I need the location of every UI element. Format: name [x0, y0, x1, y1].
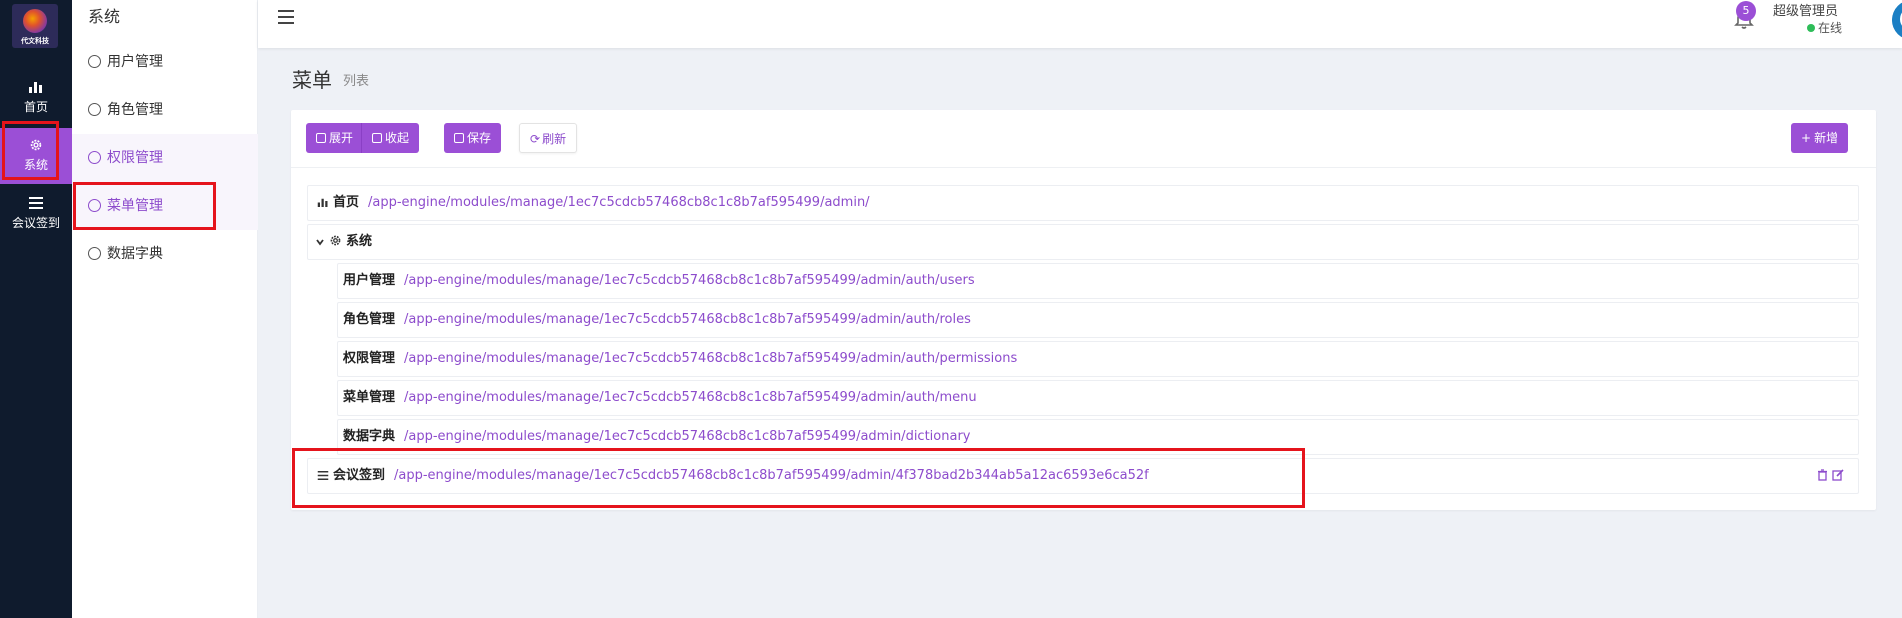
power-icon [1892, 2, 1902, 38]
menu-row-label: 权限管理 [343, 351, 396, 366]
menu-row-path[interactable]: /app-engine/modules/manage/1ec7c5cdcb574… [404, 429, 970, 444]
menu-row-label: 菜单管理 [343, 390, 396, 405]
card-divider [291, 167, 1876, 168]
circle-icon [88, 199, 101, 212]
top-header: 5 超级管理员 在线 [258, 0, 1902, 48]
circle-icon [88, 247, 101, 260]
menu-row-path[interactable]: /app-engine/modules/manage/1ec7c5cdcb574… [404, 390, 977, 405]
menu-row-label: 首页 [333, 195, 360, 210]
user-status: 在线 [1807, 19, 1842, 36]
user-status-text: 在线 [1818, 21, 1843, 35]
gear-icon [330, 235, 341, 246]
menu-row-label: 用户管理 [343, 273, 396, 288]
submenu-item-label: 角色管理 [107, 102, 163, 118]
edit-icon[interactable] [1832, 469, 1844, 481]
plus-square-icon [316, 133, 326, 143]
submenu-item-label: 用户管理 [107, 54, 163, 70]
menu-row-path[interactable]: /app-engine/modules/manage/1ec7c5cdcb574… [404, 351, 1017, 366]
submenu-item-permissions[interactable]: 权限管理 [72, 134, 258, 182]
collapse-button-label: 收起 [385, 131, 410, 145]
hamburger-menu-icon[interactable] [278, 10, 294, 24]
menu-row-child[interactable]: 菜单管理/app-engine/modules/manage/1ec7c5cdc… [337, 380, 1859, 416]
refresh-button[interactable]: ⟳ 刷新 [519, 123, 578, 153]
add-button[interactable]: + 新增 [1791, 123, 1849, 153]
menu-row-system[interactable]: 系统 [307, 224, 1859, 260]
avatar[interactable] [1892, 0, 1902, 40]
nav-item-system[interactable]: 系统 [0, 128, 72, 184]
submenu-item-roles[interactable]: 角色管理 [72, 86, 258, 134]
menu-row-child[interactable]: 数据字典/app-engine/modules/manage/1ec7c5cdc… [337, 419, 1859, 455]
trash-icon[interactable] [1817, 469, 1828, 481]
menu-row-label: 会议签到 [333, 468, 386, 483]
submenu-item-dictionary[interactable]: 数据字典 [72, 230, 258, 278]
collapse-button[interactable]: 收起 [361, 123, 420, 153]
save-button[interactable]: 保存 [444, 123, 502, 153]
circle-icon [88, 55, 101, 68]
plus-icon: + [1801, 131, 1812, 145]
nav-item-home[interactable]: 首页 [0, 70, 72, 126]
refresh-button-label: 刷新 [542, 132, 567, 146]
nav-item-system-label: 系统 [23, 158, 48, 172]
expand-button-label: 展开 [329, 131, 354, 145]
list-icon [317, 471, 329, 480]
submenu-item-label: 菜单管理 [107, 198, 163, 214]
circle-icon [88, 151, 101, 164]
menu-row-label: 角色管理 [343, 312, 396, 327]
company-logo[interactable]: 代文科技 [12, 4, 58, 48]
save-icon [454, 133, 464, 143]
menu-row-home[interactable]: 首页/app-engine/modules/manage/1ec7c5cdcb5… [307, 185, 1859, 221]
submenu-title: 系统 [88, 7, 121, 26]
menu-row-path[interactable]: /app-engine/modules/manage/1ec7c5cdcb574… [404, 312, 971, 327]
online-dot-icon [1807, 24, 1815, 32]
system-submenu: 系统 用户管理 角色管理 权限管理 菜单管理 数据字典 [72, 0, 258, 618]
expand-button[interactable]: 展开 [306, 123, 364, 153]
row-actions [1817, 459, 1848, 493]
submenu-item-label: 权限管理 [107, 150, 163, 166]
bar-chart-icon [317, 198, 328, 207]
page-title: 菜单 [292, 68, 332, 92]
menu-row-child[interactable]: 权限管理/app-engine/modules/manage/1ec7c5cdc… [337, 341, 1859, 377]
menu-row-path[interactable]: /app-engine/modules/manage/1ec7c5cdcb574… [404, 273, 975, 288]
nav-item-meeting-label: 会议签到 [11, 216, 60, 230]
menu-row-path[interactable]: /app-engine/modules/manage/1ec7c5cdcb574… [394, 468, 1149, 483]
nav-item-home-label: 首页 [23, 100, 48, 114]
bar-chart-icon [29, 82, 42, 93]
submenu-item-menu[interactable]: 菜单管理 [72, 182, 258, 230]
list-icon [29, 197, 43, 209]
submenu-item-users[interactable]: 用户管理 [72, 38, 258, 86]
menu-row-label: 系统 [346, 234, 373, 249]
menu-row-child[interactable]: 角色管理/app-engine/modules/manage/1ec7c5cdc… [337, 302, 1859, 338]
refresh-icon: ⟳ [530, 132, 541, 146]
add-button-label: 新增 [1814, 131, 1839, 145]
user-name[interactable]: 超级管理员 [1773, 0, 1838, 19]
nav-item-meeting-checkin[interactable]: 会议签到 [0, 186, 72, 242]
save-button-label: 保存 [467, 131, 492, 145]
menu-row-child[interactable]: 用户管理/app-engine/modules/manage/1ec7c5cdc… [337, 263, 1859, 299]
menu-row-path[interactable]: /app-engine/modules/manage/1ec7c5cdcb574… [368, 195, 870, 210]
gear-icon [30, 139, 42, 151]
minus-square-icon [372, 133, 382, 143]
notification-badge: 5 [1736, 1, 1756, 21]
circle-icon [88, 103, 101, 116]
menu-row-meeting-checkin[interactable]: 会议签到/app-engine/modules/manage/1ec7c5cdc… [307, 458, 1859, 494]
left-nav-bar: 代文科技 首页 系统 会议签到 [0, 0, 72, 618]
logo-emblem [23, 9, 47, 33]
submenu-item-label: 数据字典 [107, 246, 163, 262]
menu-row-label: 数据字典 [343, 429, 396, 444]
logo-text: 代文科技 [21, 37, 49, 45]
menu-card: 展开 收起 保存 ⟳ 刷新 + 新增 首页/app-engine/modules/m… [291, 110, 1876, 510]
chevron-down-icon[interactable] [315, 237, 325, 247]
page-subtitle: 列表 [343, 74, 370, 89]
